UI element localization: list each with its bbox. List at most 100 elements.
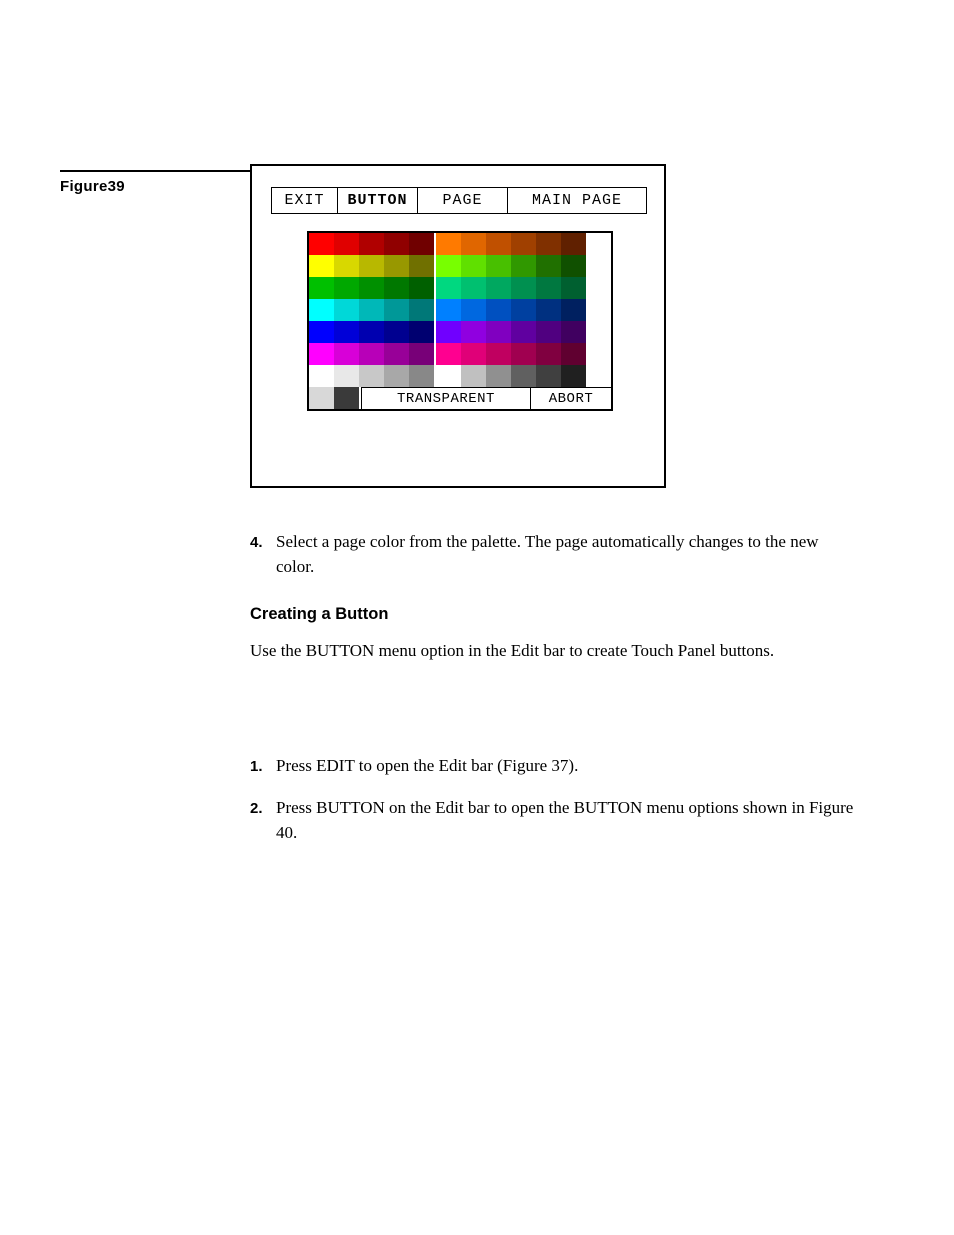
- color-swatch[interactable]: [511, 277, 536, 299]
- color-swatch[interactable]: [486, 321, 511, 343]
- color-swatch[interactable]: [409, 343, 434, 365]
- color-swatch[interactable]: [536, 277, 561, 299]
- transparent-button[interactable]: TRANSPARENT: [361, 387, 531, 409]
- color-swatch[interactable]: [511, 299, 536, 321]
- color-swatch[interactable]: [334, 365, 359, 387]
- color-swatch[interactable]: [309, 277, 334, 299]
- color-swatch[interactable]: [486, 365, 511, 387]
- color-swatch[interactable]: [334, 343, 359, 365]
- color-swatch[interactable]: [511, 321, 536, 343]
- list-text: Press BUTTON on the Edit bar to open the…: [276, 796, 860, 845]
- color-swatch[interactable]: [409, 277, 434, 299]
- color-palette: TRANSPARENT ABORT: [307, 231, 613, 411]
- color-swatch[interactable]: [536, 233, 561, 255]
- menu-item-main-page[interactable]: MAIN PAGE: [508, 188, 646, 213]
- figure-screenshot: EXIT BUTTON PAGE MAIN PAGE TRANSPARENT A…: [250, 164, 666, 488]
- color-swatch[interactable]: [334, 299, 359, 321]
- color-swatch[interactable]: [436, 299, 461, 321]
- color-swatch[interactable]: [409, 233, 434, 255]
- menu-item-page[interactable]: PAGE: [418, 188, 508, 213]
- section-heading: Creating a Button: [250, 603, 860, 627]
- color-swatch[interactable]: [384, 299, 409, 321]
- color-swatch[interactable]: [536, 365, 561, 387]
- color-swatch[interactable]: [334, 233, 359, 255]
- color-swatch[interactable]: [334, 277, 359, 299]
- color-swatch[interactable]: [486, 299, 511, 321]
- color-swatch[interactable]: [309, 321, 334, 343]
- color-swatch[interactable]: [486, 343, 511, 365]
- color-swatch[interactable]: [359, 255, 384, 277]
- color-swatch[interactable]: [561, 343, 586, 365]
- color-swatch[interactable]: [536, 299, 561, 321]
- color-swatch[interactable]: [461, 233, 486, 255]
- color-swatch[interactable]: [561, 365, 586, 387]
- color-swatch[interactable]: [436, 255, 461, 277]
- list-item: 4. Select a page color from the palette.…: [250, 530, 860, 579]
- figure-label: Figure39: [60, 178, 125, 195]
- color-swatch[interactable]: [309, 299, 334, 321]
- color-swatch[interactable]: [359, 321, 384, 343]
- color-swatch[interactable]: [561, 277, 586, 299]
- color-swatch[interactable]: [536, 255, 561, 277]
- color-swatch[interactable]: [436, 343, 461, 365]
- color-swatch[interactable]: [334, 321, 359, 343]
- list-text: Press EDIT to open the Edit bar (Figure …: [276, 754, 860, 779]
- list-item: 1. Press EDIT to open the Edit bar (Figu…: [250, 754, 860, 779]
- color-swatch[interactable]: [384, 365, 409, 387]
- color-swatch[interactable]: [359, 277, 384, 299]
- color-swatch[interactable]: [359, 343, 384, 365]
- color-swatch[interactable]: [486, 233, 511, 255]
- color-swatch[interactable]: [309, 233, 334, 255]
- color-swatch[interactable]: [511, 343, 536, 365]
- color-swatch[interactable]: [511, 233, 536, 255]
- color-swatch[interactable]: [536, 343, 561, 365]
- color-swatch[interactable]: [511, 365, 536, 387]
- color-swatch[interactable]: [486, 277, 511, 299]
- menu-item-exit[interactable]: EXIT: [272, 188, 338, 213]
- color-swatch[interactable]: [359, 299, 384, 321]
- menu-item-button[interactable]: BUTTON: [338, 188, 418, 213]
- color-swatch[interactable]: [309, 343, 334, 365]
- color-swatch[interactable]: [359, 233, 384, 255]
- color-swatch[interactable]: [561, 321, 586, 343]
- color-swatch[interactable]: [461, 299, 486, 321]
- color-swatch[interactable]: [384, 233, 409, 255]
- color-swatch[interactable]: [334, 387, 359, 409]
- color-swatch[interactable]: [359, 365, 384, 387]
- color-swatch[interactable]: [461, 343, 486, 365]
- edit-menu-bar: EXIT BUTTON PAGE MAIN PAGE: [271, 187, 647, 214]
- color-swatch[interactable]: [436, 233, 461, 255]
- color-swatch[interactable]: [309, 365, 334, 387]
- color-swatch[interactable]: [561, 255, 586, 277]
- color-swatch[interactable]: [436, 365, 461, 387]
- color-swatch[interactable]: [334, 255, 359, 277]
- color-swatch[interactable]: [436, 277, 461, 299]
- color-swatch[interactable]: [409, 299, 434, 321]
- color-swatch[interactable]: [461, 255, 486, 277]
- list-number: 4.: [250, 530, 276, 579]
- color-swatch[interactable]: [384, 343, 409, 365]
- color-swatch[interactable]: [511, 255, 536, 277]
- color-swatch[interactable]: [384, 321, 409, 343]
- color-swatch[interactable]: [486, 255, 511, 277]
- list-number: 1.: [250, 754, 276, 779]
- abort-button[interactable]: ABORT: [531, 387, 611, 409]
- color-swatch[interactable]: [461, 321, 486, 343]
- color-swatch[interactable]: [436, 321, 461, 343]
- color-swatch[interactable]: [561, 299, 586, 321]
- color-swatch[interactable]: [561, 233, 586, 255]
- color-swatch[interactable]: [461, 277, 486, 299]
- color-swatch[interactable]: [536, 321, 561, 343]
- color-swatch[interactable]: [409, 255, 434, 277]
- horizontal-rule: [60, 170, 270, 172]
- color-swatch[interactable]: [309, 255, 334, 277]
- color-swatch[interactable]: [409, 321, 434, 343]
- list-text: Select a page color from the palette. Th…: [276, 530, 860, 579]
- color-swatch[interactable]: [384, 255, 409, 277]
- color-swatch[interactable]: [461, 365, 486, 387]
- color-swatch[interactable]: [409, 365, 434, 387]
- list-item: 2. Press BUTTON on the Edit bar to open …: [250, 796, 860, 845]
- color-swatch[interactable]: [309, 387, 334, 409]
- body-text: 4. Select a page color from the palette.…: [250, 530, 860, 856]
- color-swatch[interactable]: [384, 277, 409, 299]
